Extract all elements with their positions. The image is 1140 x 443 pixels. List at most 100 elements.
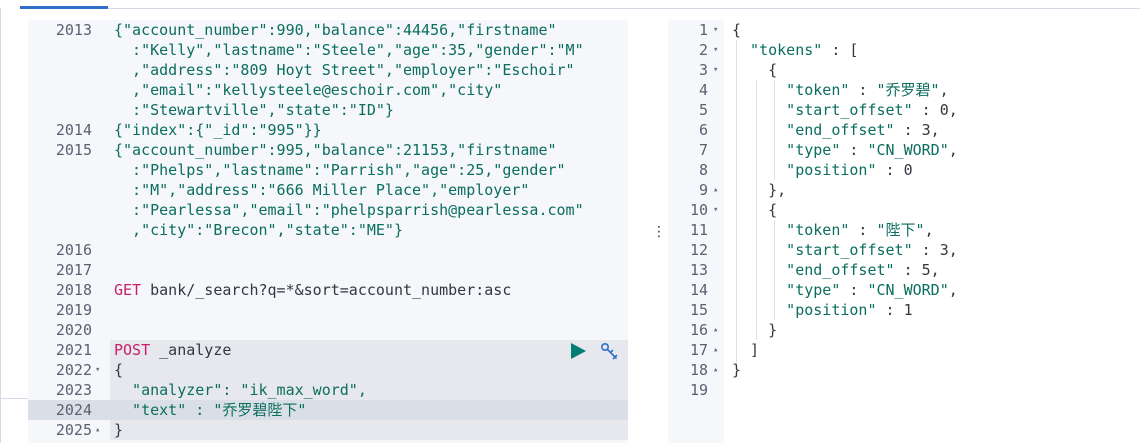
code-token: :: [840, 141, 868, 159]
fold-toggle-icon[interactable]: ▾: [713, 40, 718, 60]
fold-toggle-icon[interactable]: ▾: [713, 200, 718, 220]
request-line[interactable]: 2015 {"account_number":995,"balance":2115…: [28, 140, 628, 160]
code-token: },: [732, 181, 787, 199]
code-token: "type": [732, 281, 841, 299]
response-line[interactable]: 15 "position" : 1: [668, 300, 1140, 320]
unfold-marker-icon[interactable]: ▴: [713, 320, 718, 340]
line-number: 6: [698, 121, 708, 139]
response-viewer[interactable]: 1 ▾ {2 ▾ "tokens" : [3 ▾ {4 "token" : "乔罗碧",…: [668, 20, 1140, 443]
line-number: 14: [689, 281, 708, 299]
code-token: "token": [732, 221, 850, 239]
code-token: "乔罗碧": [876, 81, 940, 99]
response-line[interactable]: 18 ▴}: [668, 360, 1140, 380]
request-line[interactable]: 2021 POST _analyze: [28, 340, 628, 360]
line-number: 2019: [55, 301, 92, 319]
request-line[interactable]: :"Pearlessa","email":"phelpsparrish@pear…: [28, 200, 628, 220]
request-line[interactable]: 2024 "text" : "乔罗碧陛下": [28, 400, 628, 420]
request-editor[interactable]: 2013 {"account_number":990,"balance":4445…: [28, 20, 628, 443]
response-line[interactable]: 1 ▾ {: [668, 20, 1140, 40]
request-line[interactable]: 2017: [28, 260, 628, 280]
response-line[interactable]: 6 "end_offset" : 3,: [668, 120, 1140, 140]
code-token: :: [840, 281, 868, 299]
code-token: : 3,: [912, 241, 958, 259]
response-line[interactable]: 7 "type" : "CN_WORD",: [668, 140, 1140, 160]
code-token: ,: [939, 81, 949, 99]
response-line[interactable]: 4 "token" : "乔罗碧",: [668, 80, 1140, 100]
request-line[interactable]: :"Phelps","lastname":"Parrish","age":25,…: [28, 160, 628, 180]
line-number: 1: [698, 21, 708, 39]
request-line[interactable]: 2013 {"account_number":990,"balance":4445…: [28, 20, 628, 40]
response-line[interactable]: 10 ▾ {: [668, 200, 1140, 220]
response-line[interactable]: 17 ▴ ]: [668, 340, 1140, 360]
request-line[interactable]: ,"address":"809 Hoyt Street","employer":…: [28, 60, 628, 80]
line-number: 2017: [55, 261, 92, 279]
response-line[interactable]: 16 ▴ }: [668, 320, 1140, 340]
code-token: "start_offset": [732, 241, 913, 259]
code-text: "token" : "陛下",: [732, 220, 934, 240]
line-number: 13: [689, 261, 708, 279]
code-text: :"Kelly","lastname":"Steele","age":35,"g…: [114, 40, 584, 60]
code-token: }: [732, 361, 742, 379]
code-token: ,: [924, 221, 934, 239]
request-line[interactable]: 2020: [28, 320, 628, 340]
code-token: {"index":{"_id":"995"}}: [114, 121, 322, 139]
response-line[interactable]: 13 "end_offset" : 5,: [668, 260, 1140, 280]
outer-divider: [0, 398, 28, 399]
fold-toggle-icon[interactable]: ▾: [713, 60, 718, 80]
play-icon[interactable]: [569, 342, 587, 360]
response-line[interactable]: 8 "position" : 0: [668, 160, 1140, 180]
request-line[interactable]: ,"city":"Brecon","state":"ME"}: [28, 220, 628, 240]
request-line[interactable]: ,"email":"kellysteele@eschoir.com","city…: [28, 80, 628, 100]
tab-strip: [0, 0, 1140, 8]
unfold-marker-icon[interactable]: ▴: [713, 360, 718, 380]
code-token: {: [732, 61, 778, 79]
unfold-marker-icon[interactable]: ▴: [713, 340, 718, 360]
code-text: POST _analyze: [114, 340, 231, 360]
request-line[interactable]: 2022 ▾ {: [28, 360, 628, 380]
response-line[interactable]: 3 ▾ {: [668, 60, 1140, 80]
line-number: 18: [689, 361, 708, 379]
request-line[interactable]: 2014 {"index":{"_id":"995"}}: [28, 120, 628, 140]
code-token: ,"address":"809 Hoyt Street","employer":…: [114, 61, 575, 79]
unfold-marker-icon[interactable]: ▴: [95, 420, 100, 440]
wrench-icon[interactable]: [600, 342, 620, 360]
line-number: 19: [689, 381, 708, 399]
code-token: :"M","address":"666 Miller Place","emplo…: [114, 181, 530, 199]
response-line[interactable]: 9 ▴ },: [668, 180, 1140, 200]
code-token: : 0,: [912, 101, 958, 119]
response-line[interactable]: 12 "start_offset" : 3,: [668, 240, 1140, 260]
line-number: 2018: [55, 281, 92, 299]
request-line[interactable]: :"M","address":"666 Miller Place","emplo…: [28, 180, 628, 200]
response-line[interactable]: 2 ▾ "tokens" : [: [668, 40, 1140, 60]
code-text: :"Phelps","lastname":"Parrish","age":25,…: [114, 160, 566, 180]
line-number: 10: [689, 201, 708, 219]
active-tab-indicator[interactable]: [20, 6, 108, 9]
response-line[interactable]: 5 "start_offset" : 0,: [668, 100, 1140, 120]
request-line[interactable]: 2023 "analyzer": "ik_max_word",: [28, 380, 628, 400]
fold-toggle-icon[interactable]: ▾: [95, 360, 100, 380]
request-line[interactable]: 2025 ▴}: [28, 420, 628, 440]
code-token: }: [732, 321, 778, 339]
request-line[interactable]: :"Kelly","lastname":"Steele","age":35,"g…: [28, 40, 628, 60]
pane-resize-handle[interactable]: ⋮: [652, 224, 666, 240]
code-token: : 3,: [894, 121, 940, 139]
request-line[interactable]: 2018 GET bank/_search?q=*&sort=account_nu…: [28, 280, 628, 300]
code-token: {: [732, 201, 778, 219]
code-token: "text" : "乔罗碧陛下": [114, 401, 307, 419]
unfold-marker-icon[interactable]: ▴: [713, 180, 718, 200]
code-text: },: [732, 180, 786, 200]
response-line[interactable]: 19: [668, 380, 1140, 400]
response-line[interactable]: 14 "type" : "CN_WORD",: [668, 280, 1140, 300]
request-line[interactable]: :"Stewartville","state":"ID"}: [28, 100, 628, 120]
request-line[interactable]: 2016: [28, 240, 628, 260]
code-token: "end_offset": [732, 121, 895, 139]
code-text: {: [732, 60, 777, 80]
code-text: "type" : "CN_WORD",: [732, 140, 958, 160]
fold-toggle-icon[interactable]: ▾: [713, 20, 718, 40]
code-token: : 5,: [894, 261, 940, 279]
line-number: 16: [689, 321, 708, 339]
response-line[interactable]: 11 "token" : "陛下",: [668, 220, 1140, 240]
code-token: "position": [732, 161, 877, 179]
request-line[interactable]: 2019: [28, 300, 628, 320]
left-edge-border: [0, 8, 1, 443]
